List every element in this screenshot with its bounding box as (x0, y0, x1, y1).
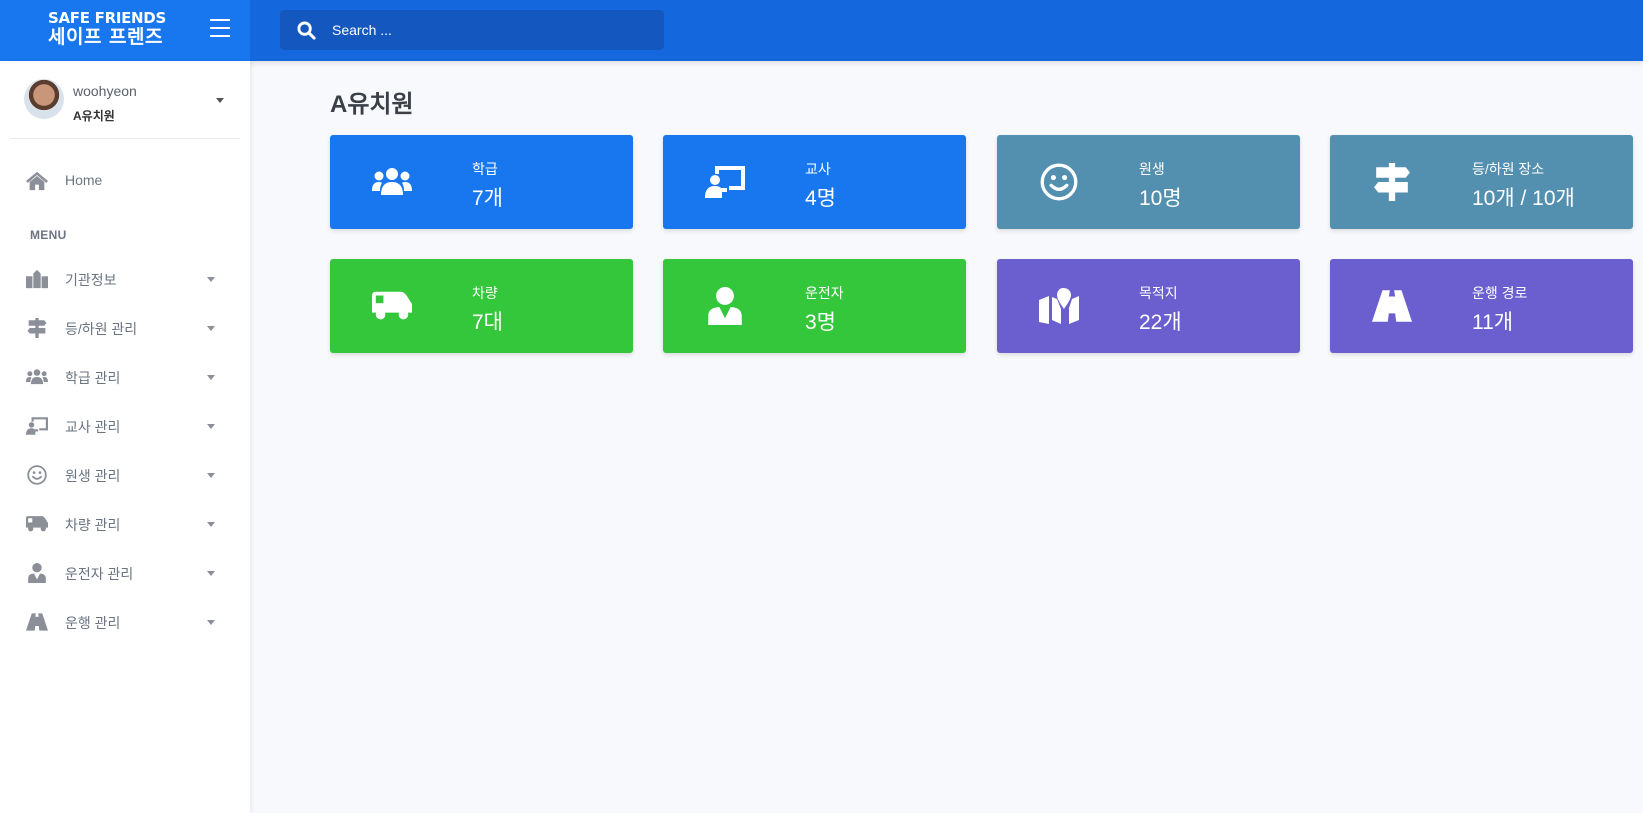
chalkboard-teacher-icon (705, 163, 745, 201)
card-label: 원생 (1139, 161, 1165, 177)
chevron-down-icon (207, 326, 215, 331)
card-value: 11개 (1472, 311, 1514, 334)
sidebar-item-teachers[interactable]: 교사 관리 (0, 406, 250, 446)
brand-logo[interactable]: SAFE FRIENDS 세이프 프렌즈 (48, 11, 166, 47)
sidebar: woohyeon A유치원 Home MENU 기관정보 등/하원 관리 학급 … (0, 61, 250, 813)
user-panel[interactable]: woohyeon A유치원 (10, 61, 240, 139)
sidebar-item-label: 학급 관리 (65, 370, 121, 386)
card-label: 교사 (805, 161, 831, 177)
road-icon (1372, 287, 1412, 325)
stat-card-students[interactable]: 원생 10명 (997, 135, 1300, 229)
stat-card-drivers[interactable]: 운전자 3명 (663, 259, 966, 353)
users-icon (26, 367, 48, 387)
sidebar-item-label: 교사 관리 (65, 419, 121, 435)
card-label: 목적지 (1139, 285, 1178, 301)
stat-card-pickup-locations[interactable]: 등/하원 장소 10개 / 10개 (1330, 135, 1633, 229)
smile-icon (26, 465, 48, 485)
signpost-icon (26, 318, 48, 338)
sidebar-item-vehicles[interactable]: 차량 관리 (0, 504, 250, 544)
top-navbar: SAFE FRIENDS 세이프 프렌즈 (0, 0, 1643, 61)
chevron-down-icon (207, 522, 215, 527)
chevron-down-icon (207, 473, 215, 478)
card-label: 등/하원 장소 (1472, 161, 1545, 177)
card-value: 10개 / 10개 (1472, 187, 1575, 210)
card-value: 7개 (472, 187, 503, 210)
map-marked-icon (1039, 287, 1079, 325)
menu-heading: MENU (30, 228, 67, 242)
user-name: woohyeon (73, 83, 137, 99)
sidebar-item-drivers[interactable]: 운전자 관리 (0, 553, 250, 593)
chevron-down-icon[interactable] (216, 98, 224, 103)
card-value: 7대 (472, 311, 503, 334)
sidebar-item-students[interactable]: 원생 관리 (0, 455, 250, 495)
card-value: 10명 (1139, 187, 1182, 210)
shuttle-van-icon (26, 514, 48, 534)
search-input[interactable] (332, 10, 652, 50)
users-icon (372, 163, 412, 201)
brand-name-en: SAFE FRIENDS (48, 9, 166, 27)
search-icon[interactable] (297, 21, 316, 40)
sidebar-item-label: 원생 관리 (65, 468, 121, 484)
card-label: 학급 (472, 161, 498, 177)
chevron-down-icon (207, 424, 215, 429)
brand-area: SAFE FRIENDS 세이프 프렌즈 (0, 0, 250, 61)
user-tie-icon (705, 287, 745, 325)
smile-icon (1039, 163, 1079, 201)
chevron-down-icon (207, 277, 215, 282)
chevron-down-icon (207, 620, 215, 625)
sidebar-item-attendance[interactable]: 등/하원 관리 (0, 308, 250, 348)
card-value: 3명 (805, 311, 836, 334)
user-tie-icon (26, 563, 48, 583)
user-organization: A유치원 (73, 109, 115, 123)
sidebar-item-label: 차량 관리 (65, 517, 121, 533)
sidebar-item-label: 등/하원 관리 (65, 321, 138, 337)
chalkboard-teacher-icon (26, 416, 48, 436)
card-value: 4명 (805, 187, 836, 210)
sidebar-item-label: 기관정보 (65, 272, 117, 288)
stat-card-vehicles[interactable]: 차량 7대 (330, 259, 633, 353)
signpost-icon (1372, 163, 1412, 201)
home-icon (26, 171, 48, 191)
chevron-down-icon (207, 375, 215, 380)
card-label: 차량 (472, 285, 498, 301)
sidebar-item-classes[interactable]: 학급 관리 (0, 357, 250, 397)
sidebar-item-operations[interactable]: 운행 관리 (0, 602, 250, 642)
chevron-down-icon (207, 571, 215, 576)
stat-card-classes[interactable]: 학급 7개 (330, 135, 633, 229)
page-title: A유치원 (330, 91, 414, 118)
avatar (24, 79, 64, 119)
brand-name-ko: 세이프 프렌즈 (48, 26, 163, 48)
menu-toggle-icon[interactable] (210, 19, 232, 39)
card-label: 운행 경로 (1472, 285, 1528, 301)
sidebar-item-label: 운행 관리 (65, 615, 121, 631)
shuttle-van-icon (372, 287, 412, 325)
road-icon (26, 612, 48, 632)
card-value: 22개 (1139, 311, 1182, 334)
sidebar-item-home[interactable]: Home (0, 161, 250, 201)
stat-card-routes[interactable]: 운행 경로 11개 (1330, 259, 1633, 353)
sidebar-item-label: Home (65, 172, 103, 188)
sidebar-item-institution[interactable]: 기관정보 (0, 259, 250, 299)
sidebar-item-label: 운전자 관리 (65, 566, 134, 582)
search-box (280, 10, 664, 50)
stat-card-teachers[interactable]: 교사 4명 (663, 135, 966, 229)
card-label: 운전자 (805, 285, 844, 301)
school-icon (26, 269, 48, 289)
stat-card-destinations[interactable]: 목적지 22개 (997, 259, 1300, 353)
